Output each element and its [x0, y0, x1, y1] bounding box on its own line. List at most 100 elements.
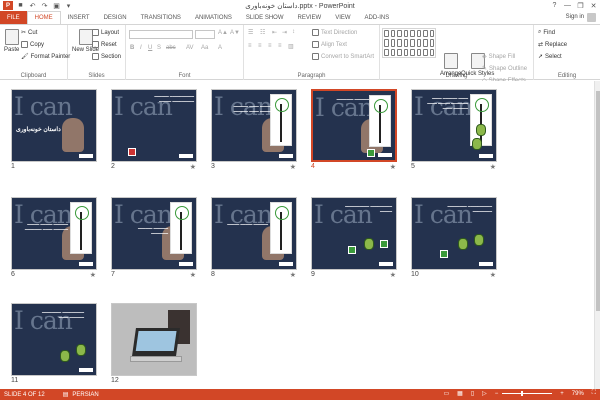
slide-thumbnail-4[interactable]: I can ━━━━━━ ━━━━━━━ 4 ★ — [311, 89, 397, 171]
tab-slide-show[interactable]: SLIDE SHOW — [239, 11, 291, 24]
tab-insert[interactable]: INSERT — [61, 11, 97, 24]
vertical-scrollbar[interactable] — [594, 81, 600, 389]
underline-icon[interactable]: U — [148, 45, 152, 51]
shape-outline-button[interactable]: ✎ Shape Outline — [482, 65, 527, 73]
tab-review[interactable]: REVIEW — [291, 11, 329, 24]
reading-view-icon[interactable]: ▯ — [467, 390, 474, 397]
tab-design[interactable]: DESIGN — [97, 11, 134, 24]
slide-indicator: SLIDE 4 OF 12 — [4, 391, 45, 398]
slide-sorter-view-icon[interactable]: ▦ — [453, 390, 463, 397]
slide-preview: I can ━━━━━━━━━ ━━━━━━━━ ━━━━━━ ━━━━ — [11, 303, 97, 376]
zoom-level[interactable]: 79% — [568, 391, 584, 397]
slide-thumbnail-10[interactable]: I can ━━━━━━━━━━ ━━━━━━━━ ━━━━━━━━ 10 ★ — [411, 197, 497, 279]
slide-number: 2 — [111, 163, 115, 170]
italic-icon[interactable]: I — [140, 45, 142, 51]
tab-home[interactable]: HOME — [26, 11, 61, 24]
character-spacing-icon[interactable]: AV — [186, 45, 194, 51]
decrease-indent-icon[interactable]: ⇤ — [272, 29, 277, 36]
normal-view-icon[interactable]: ▭ — [439, 390, 449, 397]
slide-body-text: ━━━━━━━━━ ━━━━━━━━━━ ━━━━━ — [345, 204, 392, 214]
slide-preview: I can ━━━━━━ ━━━━━━━ — [311, 89, 397, 162]
undo-icon[interactable]: ↶ — [28, 1, 37, 10]
align-text-icon — [312, 41, 319, 48]
slide-thumbnail-11[interactable]: I can ━━━━━━━━━ ━━━━━━━━ ━━━━━━ ━━━━ 11 — [11, 303, 97, 384]
tower-image — [170, 202, 192, 254]
line-spacing-icon[interactable]: ↕ — [292, 29, 295, 35]
layout-button[interactable]: Layout — [92, 29, 119, 36]
grow-font-icon[interactable]: A▲ — [218, 30, 228, 36]
slide-thumbnail-6[interactable]: I can ━━━━━━ ━━━━━ ━━━━━ ━━━━━━ ━━━━ ━━━… — [11, 197, 97, 279]
justify-icon[interactable]: ≡ — [278, 43, 282, 49]
ribbon-home: Paste ✂ Cut Copy 🖌 Format Painter Clipboar… — [0, 24, 600, 84]
zoom-slider[interactable] — [502, 391, 553, 396]
strikethrough-icon[interactable]: abc — [166, 45, 176, 51]
animation-star-icon: ★ — [189, 164, 196, 171]
save-icon[interactable]: ■ — [16, 1, 25, 10]
paste-button[interactable]: Paste — [4, 29, 19, 53]
tab-view[interactable]: VIEW — [328, 11, 357, 24]
align-text-button[interactable]: Align Text — [312, 41, 347, 48]
zoom-in-button[interactable]: + — [556, 391, 564, 397]
bold-icon[interactable]: B — [130, 45, 134, 51]
slide-number: 8 — [211, 271, 215, 278]
slide-thumbnail-8[interactable]: I can ━━━━━━ ━━━━━ ━━━━━ 8 ★ — [211, 197, 297, 279]
font-size-field[interactable] — [195, 30, 215, 39]
columns-icon[interactable]: ▥ — [288, 43, 294, 50]
powerpoint-app-icon[interactable]: P — [3, 1, 13, 10]
customize-qat-icon[interactable]: ▾ — [64, 1, 73, 10]
cut-button[interactable]: ✂ Cut — [21, 29, 38, 37]
shadow-icon[interactable]: S — [157, 45, 161, 51]
slide-preview: I can ━━━━━━ ━━━━━ ━━━━━ — [211, 197, 297, 270]
slideshow-view-icon[interactable]: ▷ — [478, 390, 487, 397]
align-center-icon[interactable]: ≡ — [258, 43, 262, 49]
shrink-font-icon[interactable]: A▼ — [230, 30, 240, 36]
slide-thumbnail-12[interactable]: 12 — [111, 303, 197, 384]
tab-file[interactable]: FILE — [0, 11, 27, 24]
replace-button[interactable]: ⇄ Replace — [538, 41, 567, 49]
tab-animations[interactable]: ANIMATIONS — [188, 11, 239, 24]
slide-thumbnail-7[interactable]: I can ━━━━━━ ━━━━━━ ━━━━━━━ 7 ★ — [111, 197, 197, 279]
convert-smartart-button[interactable]: Convert to SmartArt — [312, 53, 374, 60]
shapes-gallery[interactable] — [382, 28, 436, 58]
sign-in-link[interactable]: Sign in — [566, 14, 584, 20]
redo-icon[interactable]: ↷ — [40, 1, 49, 10]
close-button[interactable]: ✕ — [587, 0, 600, 11]
align-left-icon[interactable]: ≡ — [248, 43, 252, 49]
slide-thumbnail-3[interactable]: I can ━━━━━ ━━━━ ━━━━━━ ━━━━━ ━━━━ ━━━━━… — [211, 89, 297, 171]
scrollbar-thumb[interactable] — [596, 91, 600, 311]
font-name-field[interactable] — [129, 30, 193, 39]
select-button[interactable]: ➚ Select — [538, 53, 562, 61]
change-case-icon[interactable]: Aa — [201, 45, 208, 51]
spellcheck-icon[interactable]: ▤ — [59, 391, 69, 398]
minimize-button[interactable]: — — [561, 0, 574, 11]
format-painter-button[interactable]: 🖌 Format Painter — [21, 53, 70, 61]
reset-button[interactable]: Reset — [92, 41, 117, 48]
zoom-slider-thumb[interactable] — [521, 391, 524, 396]
copy-button[interactable]: Copy — [21, 41, 44, 48]
language-indicator[interactable]: PERSIAN — [68, 392, 98, 398]
slide-thumbnail-9[interactable]: I can ━━━━━━━━━ ━━━━━━━━━━ ━━━━━ 9 ★ — [311, 197, 397, 279]
tab-add-ins[interactable]: ADD-INS — [358, 11, 397, 24]
zoom-out-button[interactable]: − — [491, 391, 499, 397]
start-slideshow-icon[interactable]: ▣ — [52, 1, 61, 10]
slide-thumbnail-5[interactable]: I can ━━━━ ━━━━━━ ━━━━ ━━━━━━━ ━━━━━ ━━━… — [411, 89, 497, 171]
bullets-icon[interactable]: ☰ — [248, 29, 253, 36]
numbering-icon[interactable]: ☷ — [260, 29, 265, 36]
fit-to-window-icon[interactable]: ⛶ — [588, 390, 596, 397]
text-direction-button[interactable]: Text Direction — [312, 29, 357, 36]
slide-number: 7 — [111, 271, 115, 278]
help-button[interactable]: ? — [548, 0, 561, 11]
slide-thumbnail-2[interactable]: I can ━━━━━━━━━━ ━━━━━━ ━━━━━━━━━ ━━━━━ … — [111, 89, 197, 171]
font-color-icon[interactable]: A — [218, 45, 222, 51]
increase-indent-icon[interactable]: ⇥ — [282, 29, 287, 36]
cut-label: Cut — [28, 29, 38, 36]
align-right-icon[interactable]: ≡ — [268, 43, 272, 49]
slide-thumbnail-1[interactable]: I can داستان خونه‌باوری 1 — [11, 89, 97, 170]
arrange-button[interactable]: Arrange — [440, 53, 461, 77]
tab-transitions[interactable]: TRANSITIONS — [134, 11, 188, 24]
restore-button[interactable]: ❐ — [574, 0, 587, 11]
shape-fill-button[interactable]: ◈ Shape Fill — [482, 53, 515, 61]
find-button[interactable]: ⌕ Find — [538, 29, 555, 36]
section-button[interactable]: Section — [92, 53, 121, 60]
avatar[interactable] — [587, 13, 596, 22]
